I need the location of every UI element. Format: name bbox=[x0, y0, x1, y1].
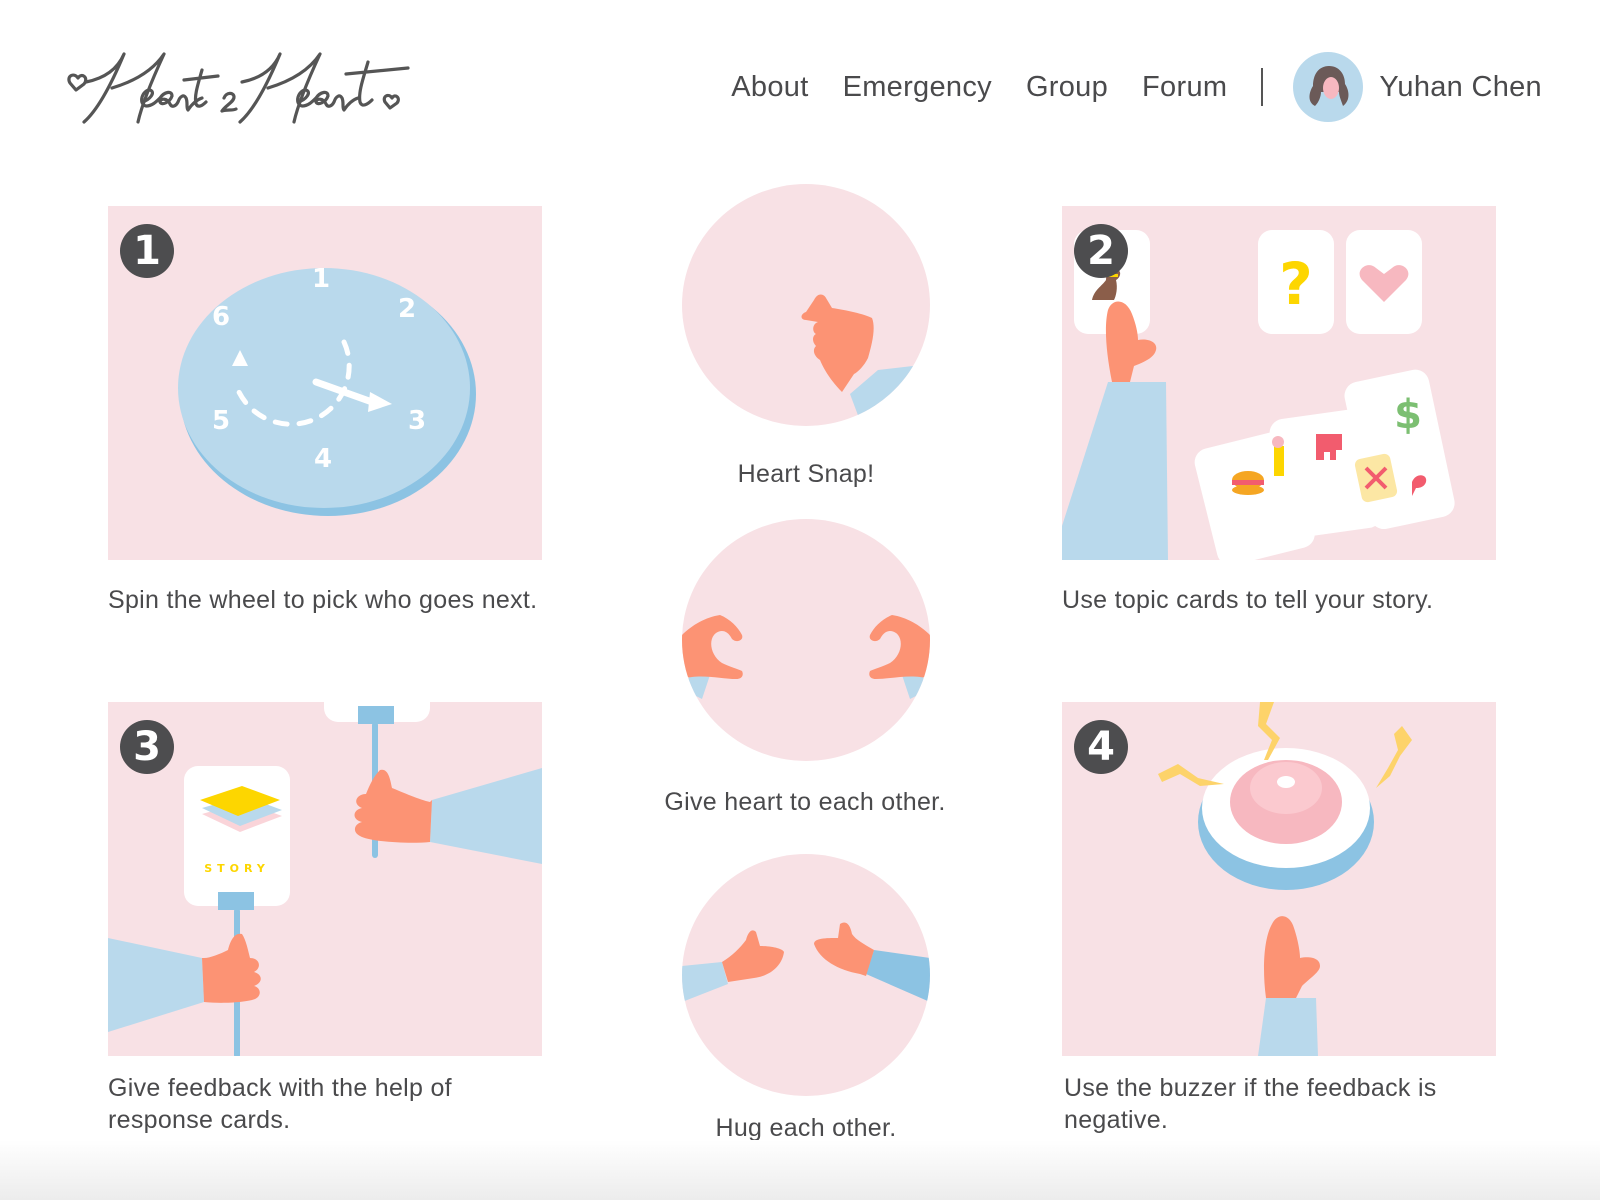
gesture-give-heart-illustration bbox=[682, 519, 930, 761]
svg-text:?: ? bbox=[1279, 250, 1313, 318]
logo-script-icon bbox=[67, 52, 410, 124]
wheel-number: 1 bbox=[312, 264, 331, 294]
story-card-label: STORY bbox=[204, 862, 270, 875]
step-4-illustration: 4 bbox=[1062, 702, 1496, 1056]
woman-avatar-icon bbox=[1293, 52, 1364, 122]
wheel-number: 4 bbox=[314, 444, 333, 474]
step-3-caption: Give feedback with the help of response … bbox=[108, 1074, 452, 1134]
hug-icon bbox=[682, 922, 930, 1002]
response-cards-icon: STORY bbox=[108, 702, 542, 1056]
step-number-badge: 3 bbox=[120, 720, 174, 774]
step-number-badge: 1 bbox=[120, 224, 174, 278]
hand-heart-icon bbox=[682, 615, 930, 699]
nav-emergency[interactable]: Emergency bbox=[843, 71, 992, 104]
step-4-caption: Use the buzzer if the feedback is negati… bbox=[1064, 1074, 1437, 1134]
step-1-illustration: 1 2 3 4 5 6 1 bbox=[108, 206, 542, 560]
step-3-illustration: STORY 3 bbox=[108, 702, 542, 1056]
page-bottom-fade bbox=[0, 1140, 1600, 1200]
main-nav: About Emergency Group Forum Yuhan Chen bbox=[731, 52, 1542, 122]
heart2heart-logo[interactable] bbox=[64, 40, 434, 140]
nav-forum[interactable]: Forum bbox=[1142, 71, 1227, 104]
gesture-1-caption: Heart Snap! bbox=[737, 460, 875, 488]
step-1-caption: Spin the wheel to pick who goes next. bbox=[108, 586, 538, 614]
finger-heart-icon bbox=[801, 294, 930, 426]
nav-about[interactable]: About bbox=[731, 71, 808, 104]
step-2-caption: Use topic cards to tell your story. bbox=[1062, 586, 1434, 614]
svg-text:$: $ bbox=[1394, 392, 1422, 438]
step-number-badge: 2 bbox=[1074, 224, 1128, 278]
user-profile[interactable]: Yuhan Chen bbox=[1293, 52, 1542, 122]
gesture-2-caption: Give heart to each other. bbox=[664, 788, 946, 816]
gesture-heart-snap-illustration bbox=[682, 184, 930, 426]
nav-divider bbox=[1261, 68, 1264, 106]
wheel-number: 5 bbox=[212, 406, 231, 436]
wheel-number: 6 bbox=[212, 302, 231, 332]
wheel-numbers: 1 2 3 4 5 6 bbox=[108, 206, 542, 560]
step-number-badge: 4 bbox=[1074, 720, 1128, 774]
user-name: Yuhan Chen bbox=[1379, 70, 1542, 103]
gesture-hug-illustration bbox=[682, 854, 930, 1096]
wheel-number: 2 bbox=[398, 294, 417, 324]
nav-group[interactable]: Group bbox=[1026, 71, 1108, 104]
buzzer-icon bbox=[1158, 702, 1412, 1056]
step-2-illustration: ? $ 2 bbox=[1062, 206, 1496, 560]
header: About Emergency Group Forum Yuhan Chen bbox=[0, 0, 1600, 170]
wheel-number: 3 bbox=[408, 406, 427, 436]
topic-cards-icon: ? $ bbox=[1062, 230, 1455, 560]
